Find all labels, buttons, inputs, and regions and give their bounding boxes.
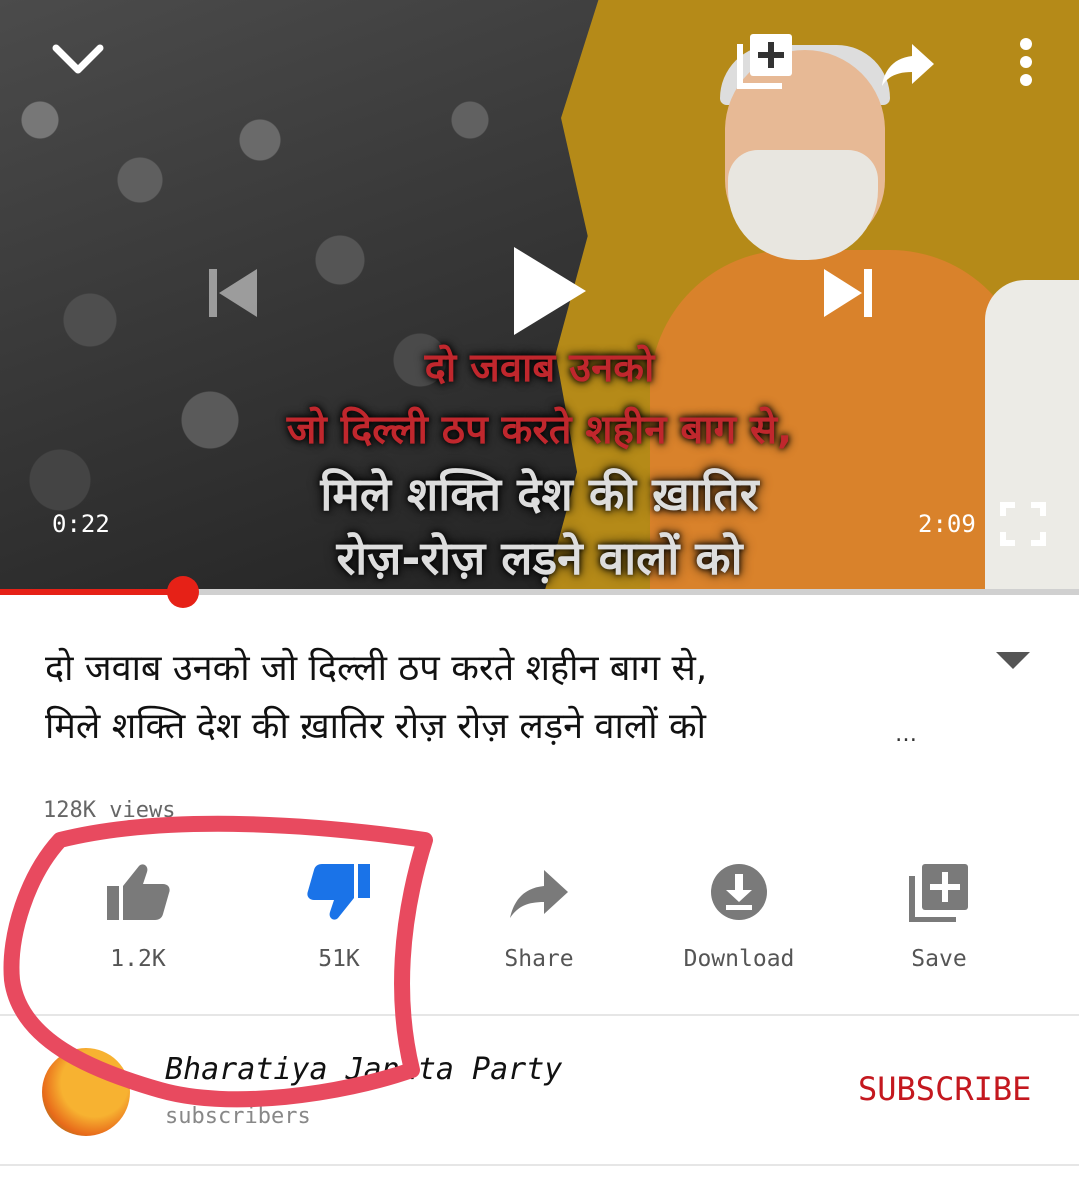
play-button[interactable] [510, 245, 590, 341]
share-label: Share [504, 946, 574, 972]
duration: 2:09 [918, 510, 976, 538]
share-icon [882, 44, 934, 86]
next-button[interactable] [820, 265, 876, 325]
video-title-line-1: दो जवाब उनको जो दिल्ली ठप करते शहीन बाग … [45, 648, 708, 689]
thumb-down-icon [307, 864, 370, 920]
more-vert-icon [1020, 38, 1032, 86]
fullscreen-button[interactable] [1000, 502, 1046, 550]
share-icon [510, 870, 568, 918]
video-title-line-2: मिले शक्ति देश की ख़ातिर रोज़ रोज़ लड़ने… [45, 706, 706, 747]
current-time: 0:22 [52, 510, 110, 538]
video-title[interactable]: दो जवाब उनको जो दिल्ली ठप करते शहीन बाग … [45, 640, 945, 756]
fullscreen-icon [1000, 502, 1046, 546]
subscribe-button[interactable]: SUBSCRIBE [858, 1070, 1031, 1108]
divider-top [0, 1014, 1079, 1016]
view-count: 128K views [43, 798, 176, 823]
play-icon [514, 247, 586, 335]
save-label: Save [911, 946, 967, 972]
like-count: 1.2K [110, 946, 166, 972]
overlay-line-1: दो जवाब उनको [424, 345, 655, 391]
download-icon [711, 864, 767, 920]
thumb-up-icon [107, 864, 170, 920]
video-player[interactable]: दो जवाब उनको जो दिल्ली ठप करते शहीन बाग … [0, 0, 1079, 590]
share-button-top[interactable] [880, 40, 936, 92]
divider-bottom [0, 1164, 1079, 1166]
save-button[interactable]: Save [864, 862, 1014, 972]
subscriber-count: subscribers [165, 1104, 311, 1129]
add-to-queue-button[interactable] [736, 30, 796, 94]
expand-description-icon[interactable] [996, 652, 1030, 669]
previous-icon [209, 269, 257, 317]
share-button[interactable]: Share [464, 862, 614, 972]
download-label: Download [683, 946, 795, 972]
chevron-down-icon [52, 44, 104, 74]
save-icon [909, 864, 968, 923]
previous-button[interactable] [205, 265, 261, 325]
title-ellipsis: … [895, 722, 917, 747]
like-button[interactable]: 1.2K [63, 862, 213, 972]
more-options-button[interactable] [1012, 36, 1040, 92]
download-button[interactable]: Download [664, 862, 814, 972]
progress-scrubber[interactable] [167, 576, 200, 608]
dislike-count: 51K [318, 946, 360, 972]
channel-avatar[interactable] [42, 1048, 130, 1136]
channel-name[interactable]: Bharatiya Janata Party [165, 1052, 562, 1087]
overlay-line-2: जो दिल्ली ठप करते शहीन बाग से, [286, 407, 793, 453]
progress-fill [0, 589, 184, 595]
dislike-button[interactable]: 51K [264, 862, 414, 972]
next-icon [824, 269, 872, 317]
add-to-queue-icon [737, 34, 792, 89]
minimize-button[interactable] [50, 38, 106, 86]
